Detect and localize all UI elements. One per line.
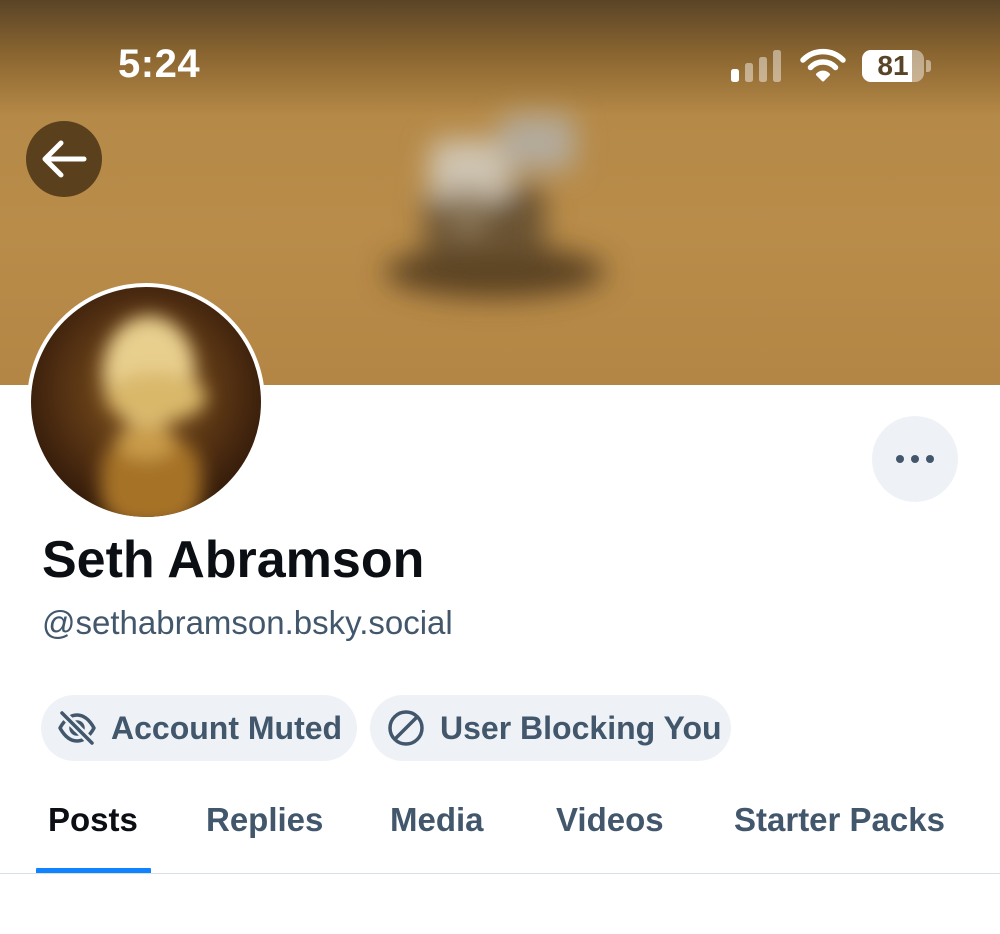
battery-level: 81 [877, 50, 909, 81]
status-time: 5:24 [118, 42, 201, 86]
block-circle-icon [386, 708, 426, 748]
avatar-image [31, 287, 261, 517]
profile-tabs: Posts Replies Media Videos Starter Packs [0, 780, 1000, 875]
profile-display-name: Seth Abramson [42, 531, 425, 589]
wifi-icon [800, 48, 846, 82]
eye-slash-icon [57, 708, 97, 748]
user-blocking-badge[interactable]: User Blocking You [370, 695, 731, 761]
badge-label: Account Muted [111, 709, 343, 746]
tab-starter-packs[interactable]: Starter Packs [734, 780, 945, 874]
signal-bars-icon [731, 50, 781, 82]
tab-media[interactable]: Media [390, 780, 484, 874]
tabs-divider [0, 873, 1000, 874]
ellipsis-icon [896, 455, 934, 463]
back-button[interactable] [26, 121, 102, 197]
account-muted-badge[interactable]: Account Muted [41, 695, 357, 761]
more-options-button[interactable] [872, 416, 958, 502]
tab-replies[interactable]: Replies [206, 780, 323, 874]
tab-videos[interactable]: Videos [556, 780, 664, 874]
profile-handle: @sethabramson.bsky.social [42, 604, 453, 641]
battery-indicator: 81 [862, 50, 932, 82]
avatar[interactable] [27, 283, 265, 521]
profile-screen: 5:24 81 Seth Abramson @sethabramson.bsky… [0, 0, 1000, 934]
badge-label: User Blocking You [440, 709, 722, 746]
arrow-left-icon [42, 140, 87, 178]
tab-posts[interactable]: Posts [48, 780, 138, 874]
